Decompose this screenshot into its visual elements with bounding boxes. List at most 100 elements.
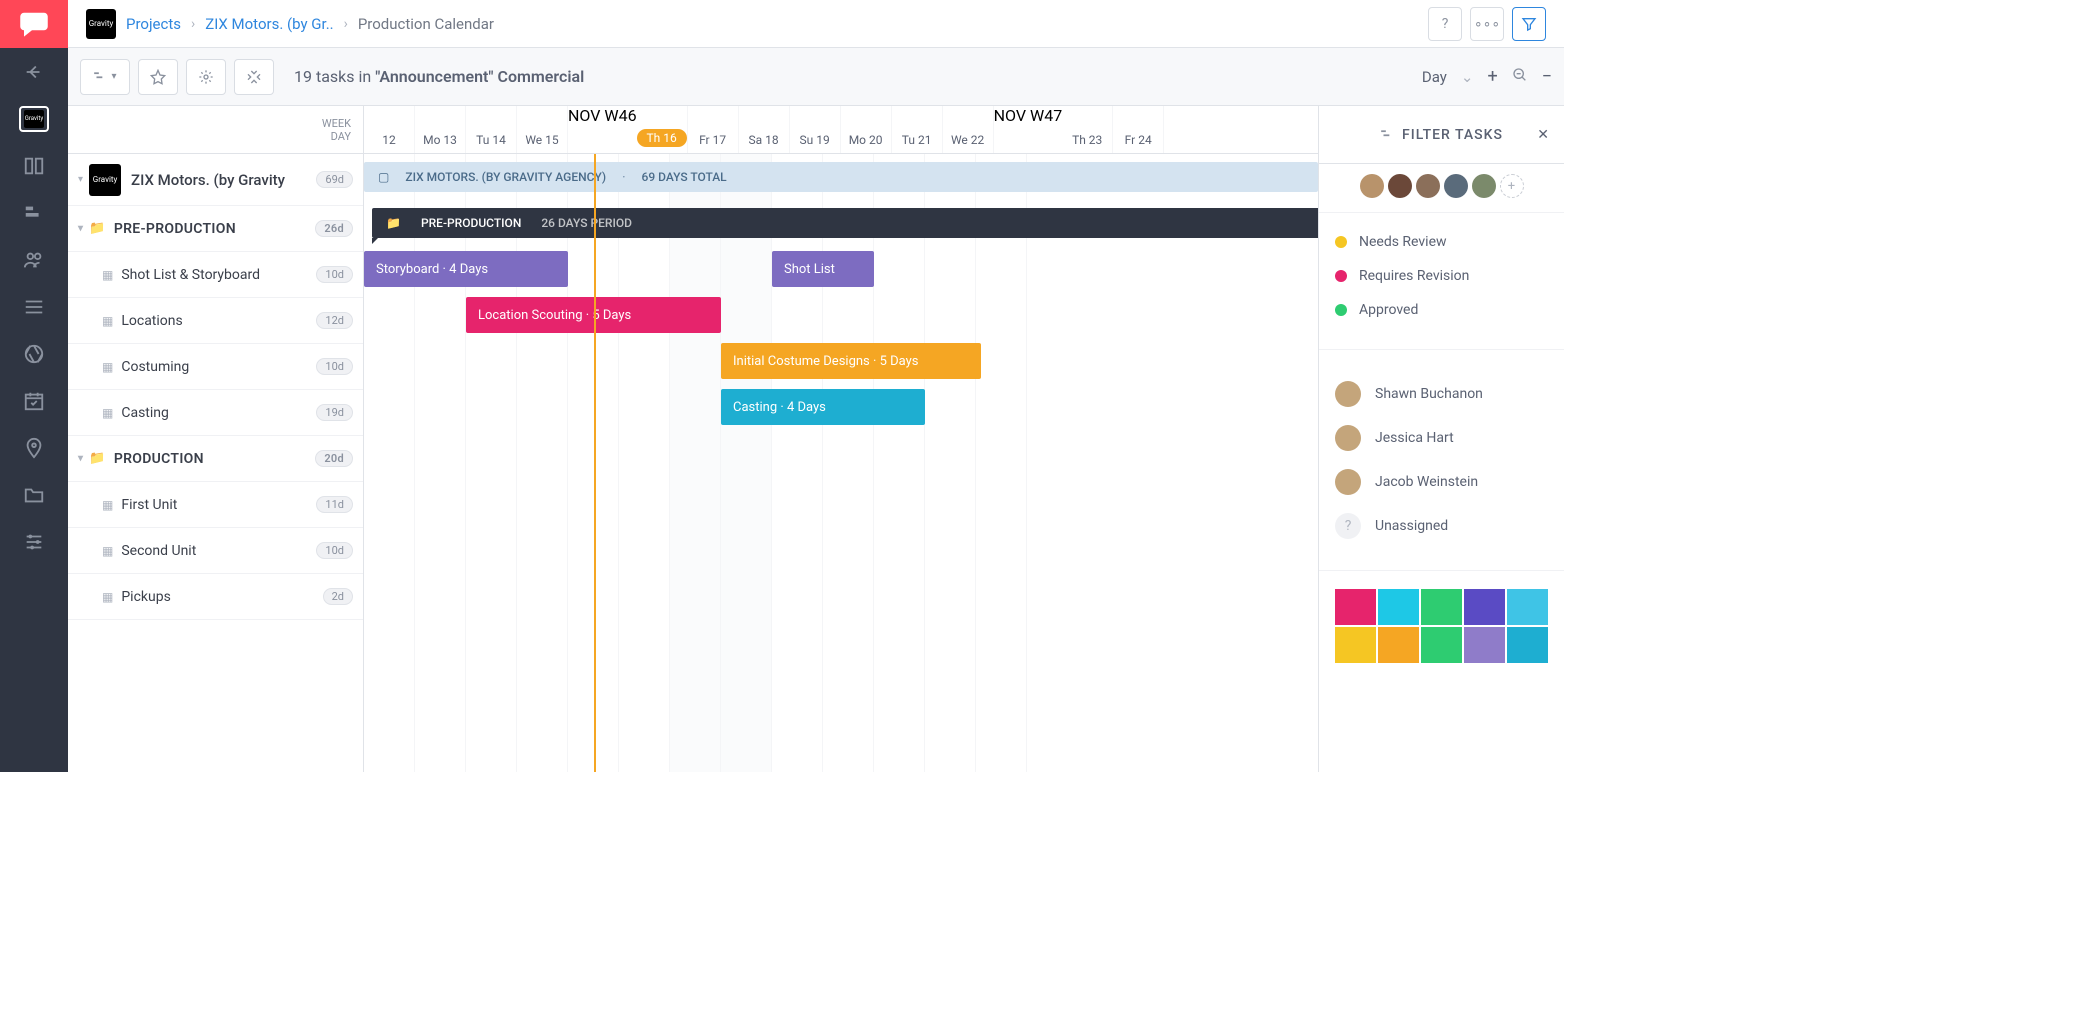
- breadcrumb-project[interactable]: ZIX Motors. (by Gr..: [205, 15, 333, 33]
- filter-person-item[interactable]: Jessica Hart: [1335, 416, 1548, 460]
- tree-project-row[interactable]: ▾ Gravity ZIX Motors. (by Gravity 69d: [68, 154, 363, 206]
- nav-settings[interactable]: [0, 518, 68, 565]
- avatar[interactable]: [1360, 174, 1384, 198]
- avatar[interactable]: [1388, 174, 1412, 198]
- color-swatch[interactable]: [1464, 589, 1505, 625]
- zoom-button[interactable]: [1512, 67, 1528, 87]
- chevron-right-icon: ›: [344, 16, 348, 32]
- nav-files[interactable]: [0, 471, 68, 518]
- hierarchy-dropdown[interactable]: ▾: [80, 59, 130, 95]
- task-icon: ▦: [102, 268, 113, 282]
- tree-task-row[interactable]: ▦Casting19d: [68, 390, 363, 436]
- nav-boards[interactable]: [0, 142, 68, 189]
- gantt-bar-shotlist[interactable]: Shot List: [772, 251, 874, 287]
- filter-person-item[interactable]: ?Unassigned: [1335, 504, 1548, 548]
- color-swatch[interactable]: [1421, 627, 1462, 663]
- view-mode-select[interactable]: Day: [1422, 68, 1447, 86]
- nav-project[interactable]: Gravity: [0, 95, 68, 142]
- nav-aperture[interactable]: [0, 330, 68, 377]
- avatar: [1335, 425, 1361, 451]
- gantt-bar-storyboard[interactable]: Storyboard · 4 Days: [364, 251, 568, 287]
- nav-list[interactable]: [0, 283, 68, 330]
- avatar[interactable]: [1472, 174, 1496, 198]
- tree-task-row[interactable]: ▦Pickups2d: [68, 574, 363, 620]
- hierarchy-icon: [93, 70, 107, 84]
- app-logo[interactable]: [0, 0, 68, 48]
- color-swatch[interactable]: [1464, 627, 1505, 663]
- day-column[interactable]: Su 19: [790, 106, 841, 153]
- tasks-icon: [23, 202, 45, 224]
- day-column[interactable]: Tu 21: [892, 106, 943, 153]
- color-swatch[interactable]: [1335, 627, 1376, 663]
- collapse-icon: [246, 69, 262, 85]
- gantt-timeline: 12Mo 13Tu 14We 15NOV W46Th 16Fr 17Sa 18S…: [364, 106, 1318, 772]
- avatar[interactable]: [1444, 174, 1468, 198]
- gantt-project-bar[interactable]: ▢ZIX MOTORS. (BY GRAVITY AGENCY)·69 DAYS…: [364, 162, 1318, 192]
- avatar[interactable]: [1416, 174, 1440, 198]
- tree-task-row[interactable]: ▦Locations12d: [68, 298, 363, 344]
- day-column[interactable]: We 22: [943, 106, 994, 153]
- day-column[interactable]: Th 23: [1062, 106, 1113, 153]
- aperture-icon: [23, 343, 45, 365]
- day-column[interactable]: Th 16: [637, 106, 688, 153]
- more-button[interactable]: ∘∘∘: [1470, 7, 1504, 41]
- tree-task-row[interactable]: ▦Second Unit10d: [68, 528, 363, 574]
- zoom-icon: [1512, 67, 1528, 83]
- star-button[interactable]: [138, 59, 178, 95]
- day-column[interactable]: Mo 20: [841, 106, 892, 153]
- task-icon: ▦: [102, 590, 113, 604]
- list-icon: [23, 296, 45, 318]
- help-button[interactable]: ?: [1428, 7, 1462, 41]
- tree-task-row[interactable]: ▦First Unit11d: [68, 482, 363, 528]
- settings-button[interactable]: [186, 59, 226, 95]
- add-button[interactable]: +: [1487, 66, 1497, 87]
- nav-collapse[interactable]: [0, 48, 68, 95]
- color-swatch[interactable]: [1421, 589, 1462, 625]
- day-column[interactable]: Mo 13: [415, 106, 466, 153]
- color-swatch[interactable]: [1378, 589, 1419, 625]
- filter-status-item[interactable]: Approved: [1335, 293, 1548, 327]
- week-header-label: WEEK: [322, 117, 351, 130]
- day-column[interactable]: We 15: [517, 106, 568, 153]
- filter-status-item[interactable]: Requires Revision: [1335, 259, 1548, 293]
- arrow-left-icon: [23, 61, 45, 83]
- zoom-out-button[interactable]: −: [1542, 66, 1552, 87]
- filter-toggle-button[interactable]: [1512, 7, 1546, 41]
- filter-person-item[interactable]: Shawn Buchanon: [1335, 372, 1548, 416]
- color-swatch[interactable]: [1378, 627, 1419, 663]
- day-column[interactable]: Fr 24: [1113, 106, 1164, 153]
- gantt-bar-casting[interactable]: Casting · 4 Days: [721, 389, 925, 425]
- day-column[interactable]: Tu 14: [466, 106, 517, 153]
- day-column[interactable]: 12: [364, 106, 415, 153]
- timeline-header: 12Mo 13Tu 14We 15NOV W46Th 16Fr 17Sa 18S…: [364, 106, 1318, 154]
- tree-section-preproduction[interactable]: ▾ 📁 PRE-PRODUCTION 26d: [68, 206, 363, 252]
- color-swatch[interactable]: [1507, 589, 1548, 625]
- nav-tasks[interactable]: [0, 189, 68, 236]
- chevron-down-icon: ▾: [78, 453, 83, 464]
- tree-section-production[interactable]: ▾ 📁 PRODUCTION 20d: [68, 436, 363, 482]
- folder-icon: 📁: [89, 451, 106, 466]
- nav-location[interactable]: [0, 424, 68, 471]
- add-person-button[interactable]: +: [1500, 174, 1524, 198]
- filter-person-item[interactable]: Jacob Weinstein: [1335, 460, 1548, 504]
- color-swatch[interactable]: [1335, 589, 1376, 625]
- day-column[interactable]: Sa 18: [739, 106, 790, 153]
- gantt-bar-costume[interactable]: Initial Costume Designs · 5 Days: [721, 343, 981, 379]
- tree-task-row[interactable]: ▦Shot List & Storyboard10d: [68, 252, 363, 298]
- chevron-down-icon: ▾: [78, 174, 83, 185]
- breadcrumb-projects[interactable]: Projects: [126, 15, 181, 33]
- star-icon: [150, 69, 166, 85]
- collapse-button[interactable]: [234, 59, 274, 95]
- close-button[interactable]: ✕: [1537, 127, 1550, 143]
- day-column[interactable]: Fr 17: [688, 106, 739, 153]
- task-tree: WEEK DAY ▾ Gravity ZIX Motors. (by Gravi…: [68, 106, 364, 772]
- tree-task-row[interactable]: ▦Costuming10d: [68, 344, 363, 390]
- nav-team[interactable]: [0, 236, 68, 283]
- gantt-section-bar[interactable]: 📁PRE-PRODUCTION26 DAYS PERIOD: [372, 208, 1318, 238]
- project-avatar[interactable]: Gravity: [86, 9, 116, 39]
- filter-status-item[interactable]: Needs Review: [1335, 225, 1548, 259]
- main-area: Gravity Projects › ZIX Motors. (by Gr.. …: [68, 0, 1564, 772]
- nav-calendar[interactable]: [0, 377, 68, 424]
- color-swatch[interactable]: [1507, 627, 1548, 663]
- folder-icon: [23, 484, 45, 506]
